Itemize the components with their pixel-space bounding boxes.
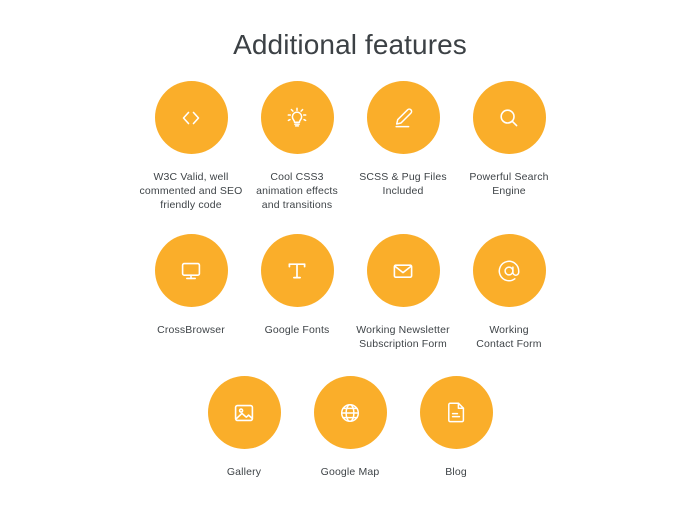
- feature-label: Cool CSS3 animation effects and transiti…: [256, 171, 338, 211]
- feature-item-scss-pug[interactable]: SCSS & Pug Files Included: [350, 81, 456, 198]
- additional-features-section: Additional features W3C Valid, well comm…: [0, 0, 700, 527]
- code-icon[interactable]: [154, 81, 228, 154]
- feature-label: Working Contact Form: [476, 324, 542, 350]
- feature-label: CrossBrowser: [157, 324, 225, 336]
- feature-item-google-map[interactable]: Google Map: [297, 376, 403, 479]
- feature-item-cool-css3[interactable]: Cool CSS3 animation effects and transiti…: [244, 81, 350, 212]
- feature-row: Gallery Google Map Blog: [0, 376, 700, 479]
- search-icon[interactable]: [472, 81, 546, 154]
- feature-item-blog[interactable]: Blog: [403, 376, 509, 479]
- image-icon[interactable]: [207, 376, 281, 449]
- document-icon[interactable]: [419, 376, 493, 449]
- feature-label: Gallery: [226, 466, 262, 478]
- pencil-icon[interactable]: [366, 81, 440, 154]
- feature-row: W3C Valid, well commented and SEO friend…: [0, 81, 700, 212]
- page-title: Additional features: [233, 29, 467, 60]
- lightbulb-icon[interactable]: [260, 81, 334, 154]
- envelope-icon[interactable]: [366, 234, 440, 307]
- globe-icon[interactable]: [313, 376, 387, 449]
- text-t-icon[interactable]: [260, 234, 334, 307]
- monitor-icon[interactable]: [154, 234, 228, 307]
- feature-label: Powerful Search Engine: [469, 171, 549, 197]
- feature-label: W3C Valid, well commented and SEO friend…: [139, 171, 243, 211]
- feature-item-w3c-valid[interactable]: W3C Valid, well commented and SEO friend…: [138, 81, 244, 212]
- feature-item-contact-form[interactable]: Working Contact Form: [456, 234, 562, 351]
- feature-label: Google Fonts: [264, 324, 330, 336]
- at-sign-icon[interactable]: [472, 234, 546, 307]
- feature-label: Blog: [445, 466, 467, 478]
- feature-item-powerful-search[interactable]: Powerful Search Engine: [456, 81, 562, 198]
- feature-item-newsletter[interactable]: Working Newsletter Subscription Form: [350, 234, 456, 351]
- feature-row: CrossBrowser Google Fonts Working Newsle…: [0, 234, 700, 351]
- feature-item-crossbrowser[interactable]: CrossBrowser: [138, 234, 244, 337]
- feature-label: SCSS & Pug Files Included: [359, 171, 447, 197]
- feature-item-google-fonts[interactable]: Google Fonts: [244, 234, 350, 337]
- feature-item-gallery[interactable]: Gallery: [191, 376, 297, 479]
- feature-label: Working Newsletter Subscription Form: [356, 324, 450, 350]
- feature-label: Google Map: [320, 466, 380, 478]
- features-grid: W3C Valid, well commented and SEO friend…: [0, 81, 700, 479]
